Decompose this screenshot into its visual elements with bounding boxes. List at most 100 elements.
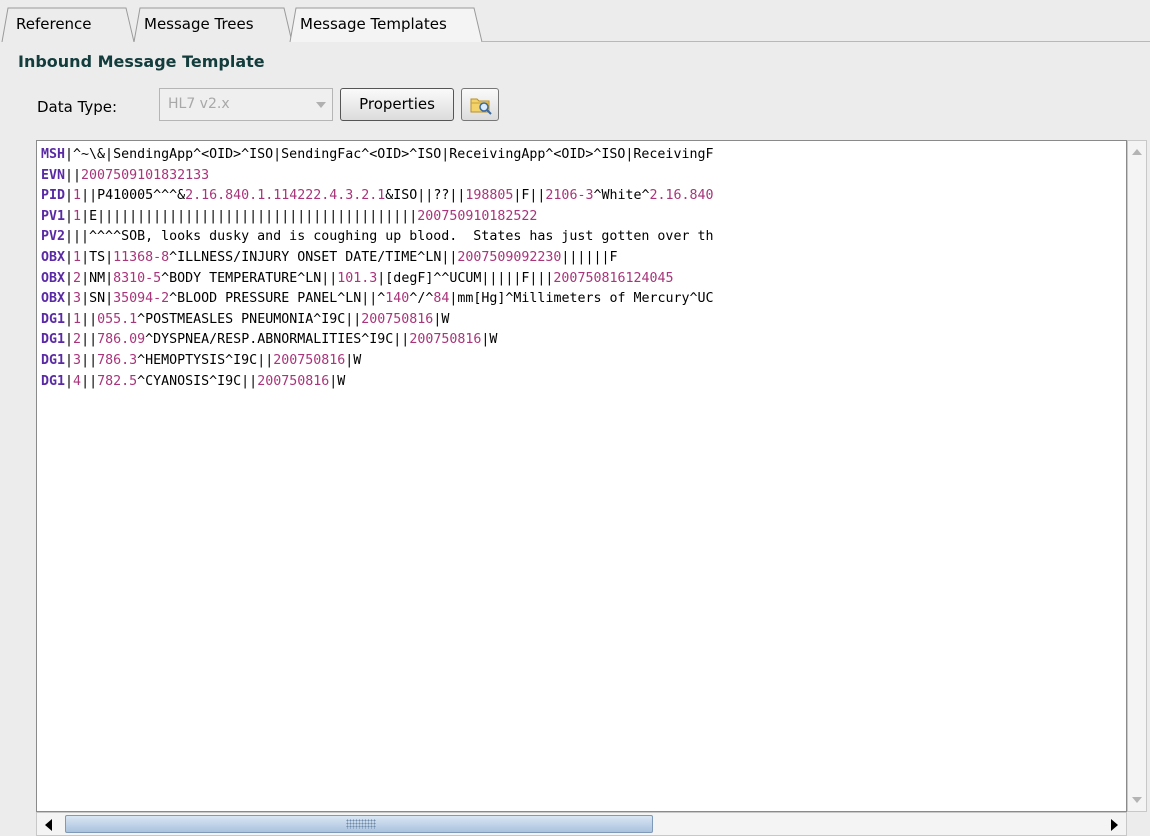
field-text: ^BODY TEMPERATURE^LN|| [161, 270, 338, 286]
segment-name: PV2 [41, 229, 66, 245]
field-text: |[degF]^^UCUM|||||F||| [377, 270, 554, 286]
numeric-value: 055.1 [97, 311, 138, 327]
message-line: PV1|1|E|||||||||||||||||||||||||||||||||… [41, 207, 1126, 228]
numeric-value: 200750816 [409, 332, 482, 348]
field-text: |W [345, 352, 362, 368]
field-text: | [65, 270, 74, 286]
message-text: MSH|^~\&|SendingApp^<OID>^ISO|SendingFac… [41, 145, 1126, 392]
segment-name: OBX [41, 291, 66, 307]
scroll-down-icon[interactable] [1132, 797, 1142, 803]
field-text: ^ILLNESS/INJURY ONSET DATE/TIME^LN|| [169, 249, 458, 265]
field-text: ^/^ [409, 291, 434, 307]
segment-name: DG1 [41, 373, 66, 389]
numeric-value: 200750816 [361, 311, 434, 327]
segment-name: EVN [41, 167, 66, 183]
field-text: |W [481, 332, 498, 348]
message-line: OBX|2|NM|8310-5^BODY TEMPERATURE^LN||101… [41, 269, 1126, 290]
segment-name: DG1 [41, 352, 66, 368]
message-line: PV2|||^^^^SOB, looks dusky and is coughi… [41, 227, 1126, 248]
field-text: | [65, 311, 74, 327]
horizontal-scrollbar[interactable] [36, 812, 1127, 836]
numeric-value: 2007509092230 [457, 249, 562, 265]
data-type-select[interactable]: HL7 v2.x [159, 88, 333, 121]
tab-reference[interactable]: Reference [16, 15, 92, 33]
message-line: OBX|3|SN|35094-2^BLOOD PRESSURE PANEL^LN… [41, 289, 1126, 310]
segment-name: DG1 [41, 332, 66, 348]
tab-message-templates[interactable]: Message Templates [300, 15, 447, 33]
folder-search-icon [470, 98, 492, 115]
field-text: |W [329, 373, 346, 389]
tab-bar: Reference Message Trees Message Template… [0, 0, 1150, 42]
numeric-value: 1 [73, 249, 82, 265]
field-text: |mm[Hg]^Millimeters of Mercury^UC [449, 291, 714, 307]
properties-button[interactable]: Properties [340, 88, 454, 121]
vertical-scrollbar[interactable] [1127, 140, 1147, 812]
segment-name: MSH [41, 147, 66, 162]
message-line: MSH|^~\&|SendingApp^<OID>^ISO|SendingFac… [41, 145, 1126, 166]
field-text: ^DYSPNEA/RESP.ABNORMALITIES^I9C|| [145, 332, 410, 348]
field-text: &ISO||??|| [385, 188, 466, 204]
scroll-left-icon[interactable] [45, 819, 52, 831]
message-line: DG1|3||786.3^HEMOPTYSIS^I9C||200750816|W [41, 351, 1126, 372]
numeric-value: 200750816124045 [553, 270, 674, 286]
horizontal-scroll-thumb[interactable] [65, 815, 653, 833]
numeric-value: 3 [73, 352, 82, 368]
field-text: |E||||||||||||||||||||||||||||||||||||||… [81, 208, 418, 224]
numeric-value: 200750816 [257, 373, 330, 389]
field-text: ^POSTMEASLES PNEUMONIA^I9C|| [137, 311, 362, 327]
field-text: |TS| [81, 249, 114, 265]
tab-message-trees[interactable]: Message Trees [144, 15, 254, 33]
numeric-value: 2 [73, 270, 82, 286]
numeric-value: 101.3 [337, 270, 378, 286]
field-text: | [65, 249, 74, 265]
numeric-value: 1 [73, 311, 82, 327]
numeric-value: 2007509101832133 [81, 167, 210, 183]
numeric-value: 140 [385, 291, 410, 307]
field-text: |^~\&|SendingApp^<OID>^ISO|SendingFac^<O… [65, 147, 714, 162]
field-text: || [81, 373, 98, 389]
field-text: || [81, 311, 98, 327]
field-text: | [65, 291, 74, 307]
section-title: Inbound Message Template [18, 52, 265, 71]
scroll-up-icon[interactable] [1132, 149, 1142, 155]
numeric-value: 84 [433, 291, 450, 307]
segment-name: PID [41, 188, 66, 204]
message-line: DG1|4||782.5^CYANOSIS^I9C||200750816|W [41, 372, 1126, 393]
field-text: ^BLOOD PRESSURE PANEL^LN||^ [169, 291, 386, 307]
field-text: | [65, 332, 74, 348]
numeric-value: 200750816 [273, 352, 346, 368]
numeric-value: 782.5 [97, 373, 138, 389]
segment-name: OBX [41, 270, 66, 286]
numeric-value: 2106-3 [545, 188, 594, 204]
field-text: ^CYANOSIS^I9C|| [137, 373, 258, 389]
message-template-editor[interactable]: MSH|^~\&|SendingApp^<OID>^ISO|SendingFac… [36, 140, 1127, 812]
message-line: PID|1||P410005^^^&2.16.840.1.114222.4.3.… [41, 186, 1126, 207]
field-text: ^White^ [593, 188, 650, 204]
numeric-value: 11368-8 [113, 249, 170, 265]
field-text: |W [433, 311, 450, 327]
numeric-value: 1 [73, 188, 82, 204]
numeric-value: 2 [73, 332, 82, 348]
numeric-value: 4 [73, 373, 82, 389]
scroll-right-icon[interactable] [1111, 819, 1118, 831]
message-line: DG1|2||786.09^DYSPNEA/RESP.ABNORMALITIES… [41, 330, 1126, 351]
numeric-value: 3 [73, 291, 82, 307]
numeric-value: 2.16.840.1.114222.4.3.2.1 [185, 188, 386, 204]
field-text: || [65, 167, 82, 183]
field-text: | [65, 352, 74, 368]
data-type-label: Data Type: [37, 98, 118, 116]
open-template-button[interactable] [461, 88, 499, 121]
message-line: OBX|1|TS|11368-8^ILLNESS/INJURY ONSET DA… [41, 248, 1126, 269]
segment-name: OBX [41, 249, 66, 265]
grip-icon [346, 819, 376, 829]
field-text: || [81, 332, 98, 348]
segment-name: PV1 [41, 208, 66, 224]
field-text: ^HEMOPTYSIS^I9C|| [137, 352, 274, 368]
message-line: EVN||2007509101832133 [41, 166, 1126, 187]
data-type-value: HL7 v2.x [168, 96, 230, 112]
field-text: | [65, 373, 74, 389]
field-text: |SN| [81, 291, 114, 307]
numeric-value: 2.16.840 [649, 188, 714, 204]
chevron-down-icon [316, 102, 326, 108]
numeric-value: 786.3 [97, 352, 138, 368]
